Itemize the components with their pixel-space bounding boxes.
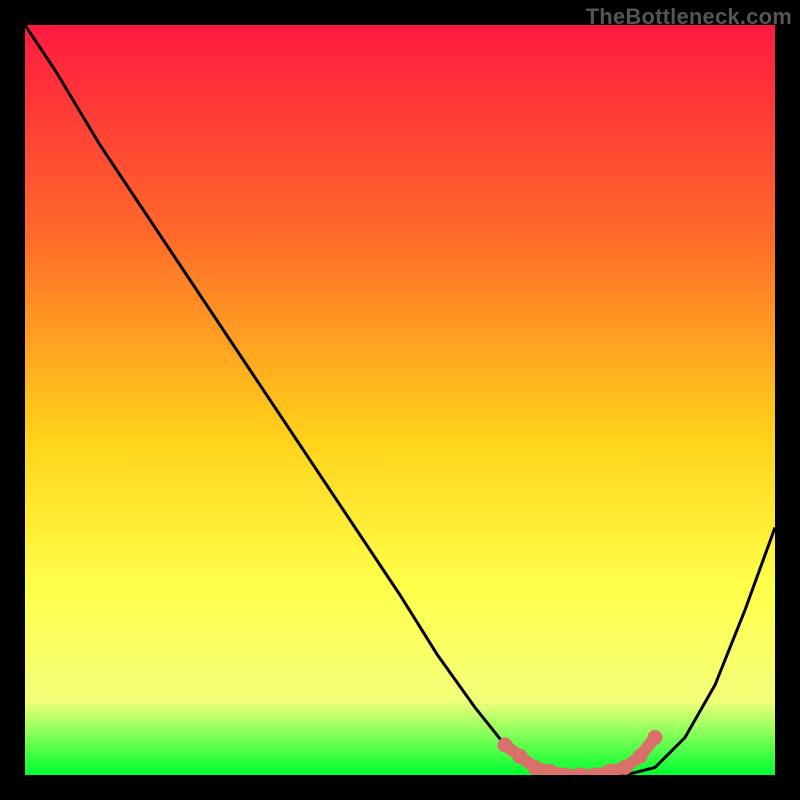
marker-dot — [603, 764, 617, 775]
marker-dot — [543, 764, 557, 775]
marker-dot — [648, 731, 662, 745]
marker-dot — [633, 749, 647, 763]
marker-dot — [498, 738, 512, 752]
bottleneck-chart — [25, 25, 775, 775]
watermark-text: TheBottleneck.com — [586, 4, 792, 30]
marker-dot — [513, 749, 527, 763]
marker-dot — [528, 761, 542, 775]
plot-area — [25, 25, 775, 775]
chart-frame: TheBottleneck.com — [0, 0, 800, 800]
marker-dot — [618, 761, 632, 775]
gradient-background — [25, 25, 775, 775]
